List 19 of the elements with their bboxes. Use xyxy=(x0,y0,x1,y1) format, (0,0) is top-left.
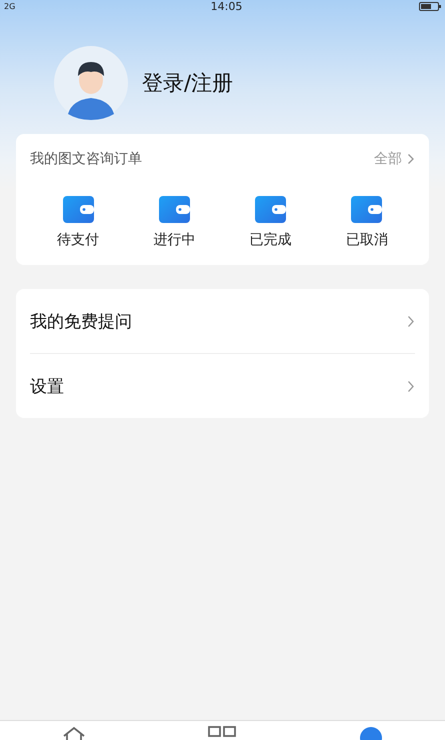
wallet-icon[interactable] xyxy=(62,196,94,223)
wallet-icon[interactable] xyxy=(351,196,382,223)
avatar-icon xyxy=(54,46,128,120)
menu-item[interactable]: 我的免费提问 xyxy=(30,289,415,354)
status-time: 14:05 xyxy=(210,0,242,12)
chevron-right-icon xyxy=(407,153,415,165)
chevron-right-icon xyxy=(407,314,415,328)
chevron-right-icon xyxy=(407,380,415,392)
battery-icon xyxy=(418,2,441,10)
orders-title: 我的图文咨询订单 xyxy=(30,150,142,168)
wallet-icon[interactable] xyxy=(255,196,286,223)
wallet-icon[interactable] xyxy=(158,196,190,223)
login-register-link[interactable]: 登录/注册 xyxy=(142,69,234,97)
order-status-label[interactable]: 进行中 xyxy=(153,231,196,249)
menu-item[interactable]: 设置 xyxy=(30,354,415,418)
order-status-label[interactable]: 待支付 xyxy=(57,231,100,249)
signal-text: 2G xyxy=(4,2,16,10)
order-status-label[interactable]: 已完成 xyxy=(250,231,292,249)
order-status-label[interactable]: 已取消 xyxy=(346,231,388,249)
